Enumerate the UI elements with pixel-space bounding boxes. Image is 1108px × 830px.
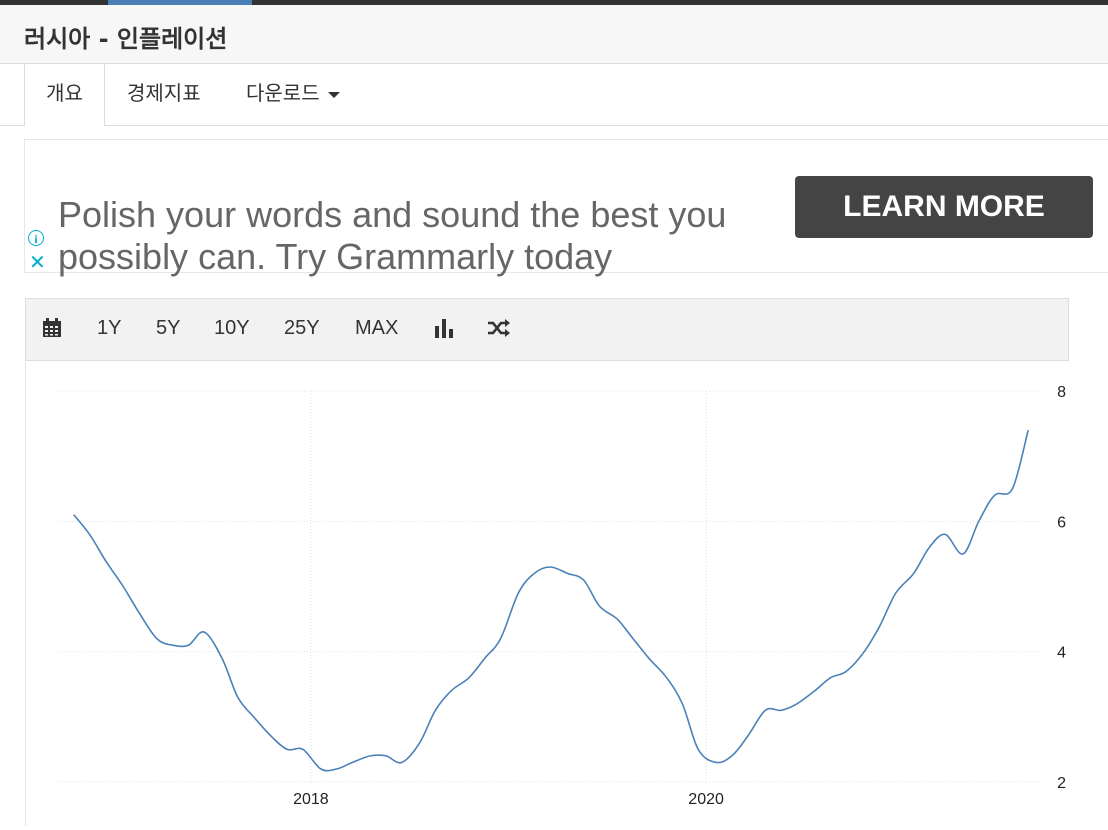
chart-toolbar: 1Y 5Y 10Y 25Y MAX <box>25 298 1069 361</box>
range-1y[interactable]: 1Y <box>97 317 121 340</box>
chart-area: 2 4 6 8 2018 2020 <box>0 362 1108 826</box>
ad-banner[interactable]: Polish your words and sound the best you… <box>24 139 1108 277</box>
inflation-series-line <box>73 429 1029 772</box>
y-tick-label: 6 <box>1057 514 1066 531</box>
shuffle-icon[interactable] <box>487 318 511 338</box>
tab-indicators[interactable]: 경제지표 <box>127 64 201 125</box>
inflation-line-chart: 2 4 6 8 2018 2020 <box>58 384 1066 808</box>
x-tick-label: 2020 <box>688 791 724 808</box>
chevron-down-icon <box>327 91 340 98</box>
header-bar: 러시아 - 인플레이션 <box>0 5 1108 64</box>
tab-bar: 개요 경제지표 다운로드 <box>0 64 1108 126</box>
ad-text[interactable]: Polish your words and sound the best you… <box>58 194 778 278</box>
info-icon[interactable]: i <box>28 230 44 246</box>
tab-download[interactable]: 다운로드 <box>246 64 340 125</box>
range-5y[interactable]: 5Y <box>156 317 180 340</box>
x-tick-label: 2018 <box>293 791 329 808</box>
range-25y[interactable]: 25Y <box>284 317 320 340</box>
chart-left-border <box>25 362 26 826</box>
calendar-icon[interactable] <box>42 318 62 338</box>
range-max[interactable]: MAX <box>355 317 398 340</box>
y-tick-label: 2 <box>1057 775 1066 792</box>
bar-chart-icon[interactable] <box>434 318 454 338</box>
y-tick-label: 4 <box>1057 645 1066 662</box>
page-title: 러시아 - 인플레이션 <box>24 25 228 53</box>
tab-download-label: 다운로드 <box>246 81 320 105</box>
y-tick-label: 8 <box>1057 384 1066 401</box>
range-10y[interactable]: 10Y <box>214 317 250 340</box>
close-icon[interactable]: ✕ <box>29 252 46 272</box>
tab-overview[interactable]: 개요 <box>24 64 105 126</box>
learn-more-button[interactable]: LEARN MORE <box>795 176 1093 238</box>
